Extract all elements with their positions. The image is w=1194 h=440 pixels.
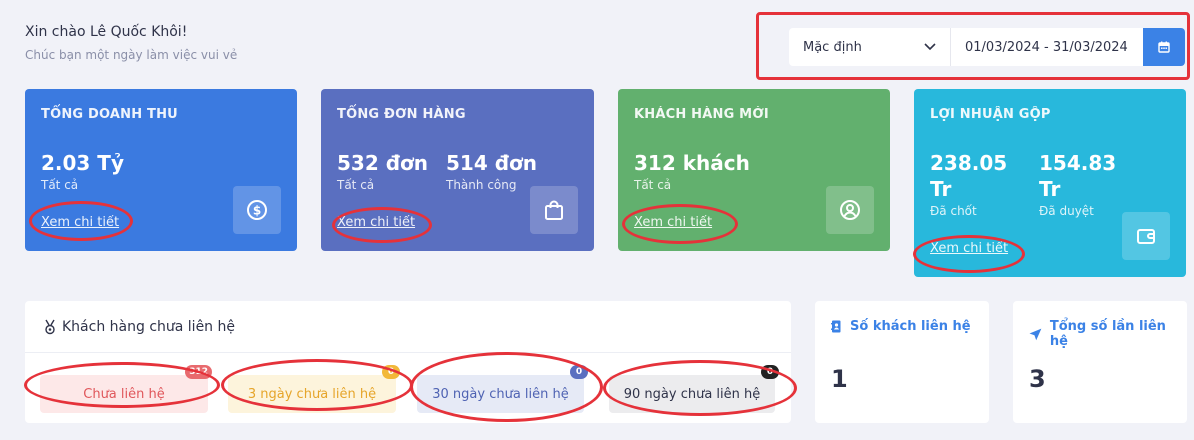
user-circle-icon [826,186,874,234]
count-badge: 0 [570,365,588,379]
pill-3-days[interactable]: 3 ngày chưa liên hệ 0 [228,365,400,413]
pill-90-days[interactable]: 90 ngày chưa liên hệ 0 [609,365,779,413]
stat-value: 532 đơn [337,151,429,175]
dollar-coin-icon: $ [233,186,281,234]
total-contacts-card: Tổng số lần liên hệ 3 [1013,301,1187,423]
medal-filter-icon [45,319,55,334]
stat-label: Tất cả [337,178,375,192]
profit-approved-stat: 154.83 Tr Đã duyệt [1039,150,1127,218]
count-badge: 312 [185,365,212,379]
stat-label: Đã duyệt [1039,204,1094,218]
mini-value: 3 [1029,365,1046,393]
view-detail-link[interactable]: Xem chi tiết [930,241,1008,256]
chevron-down-icon [924,43,936,51]
pill-30-days[interactable]: 30 ngày chưa liên hệ 0 [417,365,588,413]
calendar-icon [1158,41,1170,53]
orders-card: TỔNG ĐƠN HÀNG 532 đơn Tất cả 514 đơn Thà… [321,89,594,251]
count-badge: 0 [761,365,779,379]
mini-value: 1 [831,365,848,393]
svg-text:$: $ [253,204,261,218]
date-range-value: 01/03/2024 - 31/03/2024 [965,39,1128,55]
contact-book-icon [831,320,841,333]
calendar-button[interactable] [1143,28,1185,66]
card-title: TỔNG DOANH THU [41,107,178,122]
greeting-title: Xin chào Lê Quốc Khôi! [25,24,188,40]
view-detail-link[interactable]: Xem chi tiết [634,215,712,230]
revenue-stat: 2.03 Tỷ Tất cả [41,150,124,192]
stat-value: 154.83 Tr [1039,151,1117,201]
stat-value: 312 khách [634,151,750,175]
pill-label: 30 ngày chưa liên hệ [432,386,569,402]
card-title: LỢI NHUẬN GỘP [930,107,1051,122]
stat-label: Thành công [446,178,517,192]
pill-label: 90 ngày chưa liên hệ [623,386,761,402]
preset-select-value: Mặc định [803,39,862,55]
orders-all-stat: 532 đơn Tất cả [337,150,428,192]
wallet-icon [1122,212,1170,260]
date-range-input[interactable]: 01/03/2024 - 31/03/2024 [951,28,1143,66]
profit-closed-stat: 238.05 Tr Đã chốt [930,150,1018,218]
stat-label: Đã chốt [930,204,977,218]
mini-title: Tổng số lần liên hệ [1029,319,1187,349]
panel-title: Khách hàng chưa liên hệ [62,318,235,335]
greeting: Xin chào Lê Quốc Khôi! Chúc bạn một ngày… [25,24,237,62]
stat-label: Tất cả [41,178,79,192]
stat-value: 2.03 Tỷ [41,151,124,175]
customers-stat: 312 khách Tất cả [634,150,750,192]
revenue-card: TỔNG DOANH THU 2.03 Tỷ Tất cả Xem chi ti… [25,89,297,251]
mini-title-text: Tổng số lần liên hệ [1049,319,1166,349]
preset-select[interactable]: Mặc định [789,28,951,66]
stat-label: Tất cả [634,178,672,192]
stat-value: 514 đơn [446,151,538,175]
panel-header: Khách hàng chưa liên hệ [25,301,791,353]
mini-title-text: Số khách liên hệ [850,319,971,334]
send-arrow-icon [1029,328,1042,340]
gross-profit-card: LỢI NHUẬN GỘP 238.05 Tr Đã chốt 154.83 T… [914,89,1186,277]
pill-label: Chưa liên hệ [83,386,165,402]
uncontacted-panel: Khách hàng chưa liên hệ Chưa liên hệ 312… [25,301,791,423]
view-detail-link[interactable]: Xem chi tiết [337,215,415,230]
count-badge: 0 [382,365,400,379]
pill-label: 3 ngày chưa liên hệ [247,386,377,402]
card-title: KHÁCH HÀNG MỚI [634,107,769,122]
orders-success-stat: 514 đơn Thành công [446,150,537,192]
greeting-subtitle: Chúc bạn một ngày làm việc vui vẻ [25,48,238,62]
mini-title: Số khách liên hệ [831,319,971,334]
pill-not-contacted[interactable]: Chưa liên hệ 312 [40,365,212,413]
card-title: TỔNG ĐƠN HÀNG [337,107,466,122]
contacted-customers-card: Số khách liên hệ 1 [815,301,989,423]
view-detail-link[interactable]: Xem chi tiết [41,215,119,230]
new-customers-card: KHÁCH HÀNG MỚI 312 khách Tất cả Xem chi … [618,89,890,251]
shopping-bag-icon [530,186,578,234]
stat-value: 238.05 Tr [930,151,1008,201]
date-filter: Mặc định 01/03/2024 - 31/03/2024 [789,28,1185,66]
